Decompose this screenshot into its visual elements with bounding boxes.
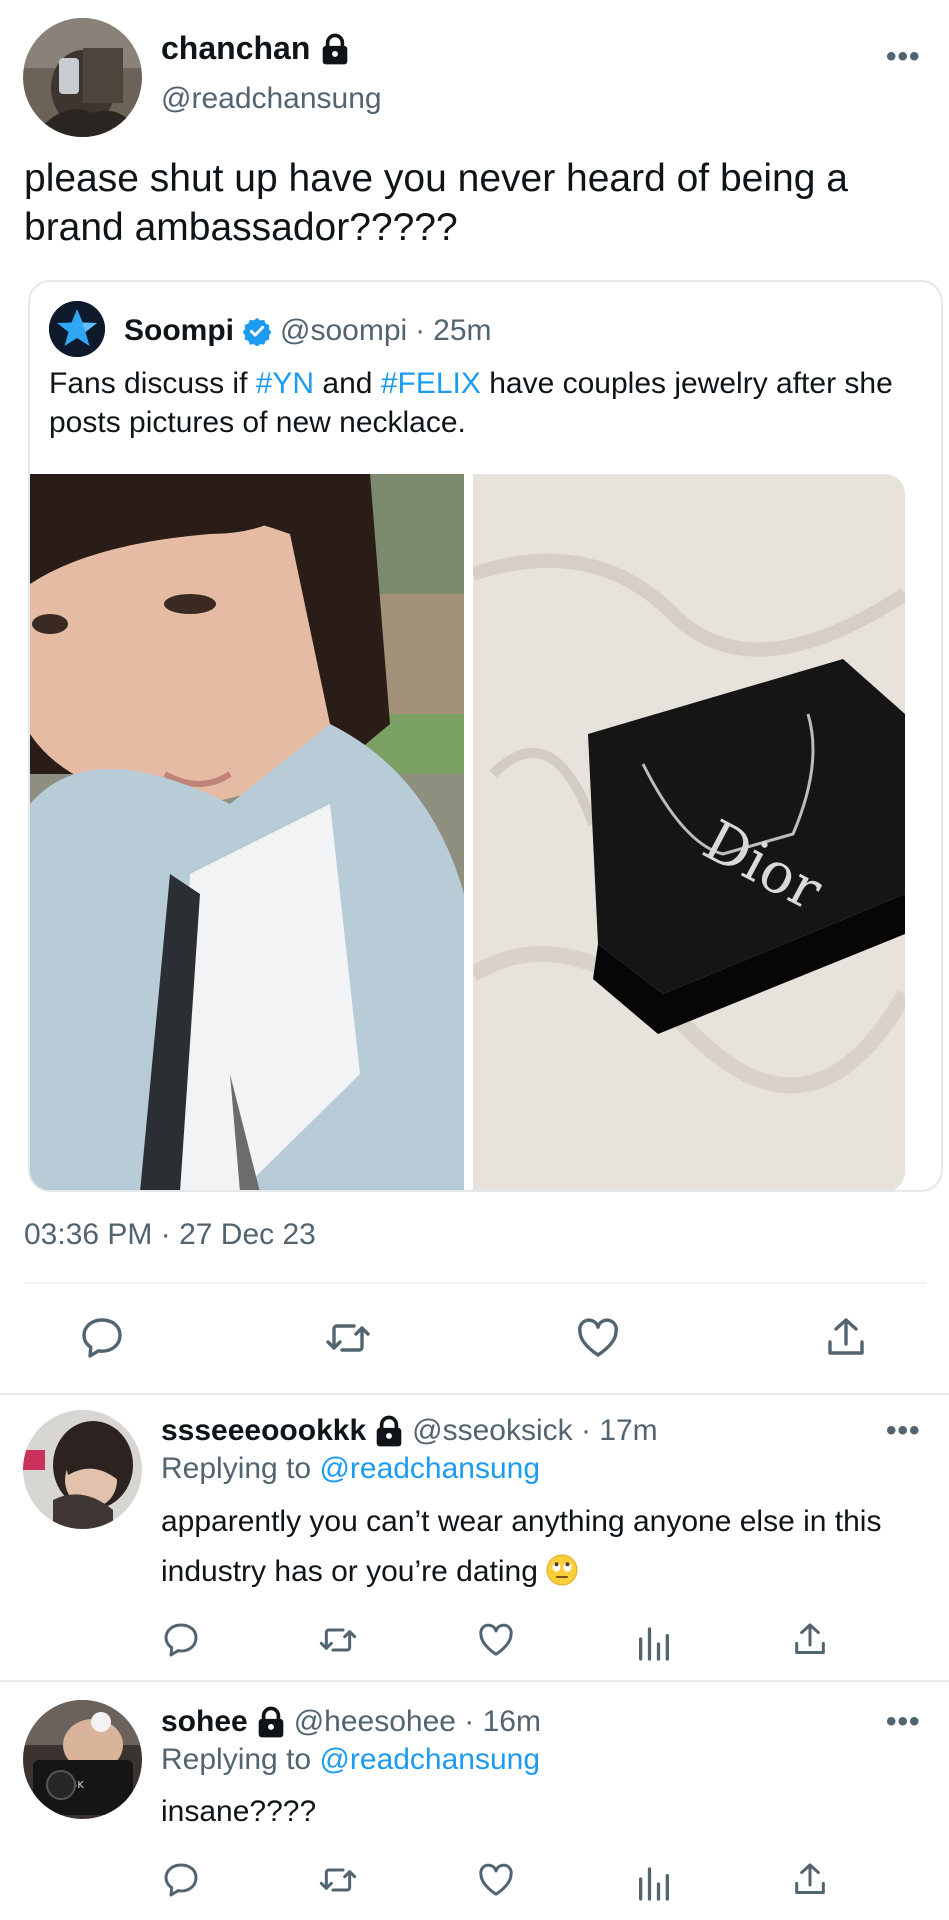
reply2-author-name[interactable]: sohee xyxy=(161,1705,248,1739)
face-with-rolling-eyes-icon xyxy=(546,1554,578,1586)
main-author-avatar[interactable] xyxy=(23,18,142,137)
avatar-photo xyxy=(23,18,142,137)
speech-bubble-icon xyxy=(164,1863,198,1897)
like-button[interactable] xyxy=(574,1314,622,1362)
reply1-retweet-button[interactable] xyxy=(318,1620,358,1660)
quoted-author-avatar[interactable] xyxy=(49,301,105,357)
avatar-photo: 4K xyxy=(23,1700,142,1819)
soompi-star-logo xyxy=(49,301,105,357)
avatar-photo xyxy=(23,1410,142,1529)
reply2-author-avatar[interactable]: 4K xyxy=(23,1700,142,1819)
heart-icon xyxy=(578,1318,618,1357)
main-tweet-timestamp: 03:36 PM · 27 Dec 23 xyxy=(24,1218,316,1251)
heart-icon xyxy=(479,1623,513,1656)
hashtag-yn[interactable]: #YN xyxy=(256,367,314,400)
speech-bubble-icon xyxy=(164,1623,198,1657)
reply2-replying-to: Replying to @readchansung xyxy=(161,1743,540,1777)
reply2-meta[interactable]: @heesohee · 16m xyxy=(294,1705,541,1739)
reply2-more-options-button[interactable]: ••• xyxy=(886,1705,921,1739)
lock-icon xyxy=(374,1415,404,1447)
quoted-tweet-card[interactable]: Soompi @soompi · 25m Fans discuss if #YN… xyxy=(28,280,943,1192)
main-tweet-text: please shut up have you never heard of b… xyxy=(24,157,848,249)
main-author-handle[interactable]: @readchansung xyxy=(161,82,382,116)
replying-handle-link[interactable]: @readchansung xyxy=(319,1743,540,1776)
reply1-meta[interactable]: @sseoksick · 17m xyxy=(412,1414,658,1448)
quoted-text-part1: Fans discuss if xyxy=(49,367,256,400)
reply1-reply-button[interactable] xyxy=(161,1620,201,1660)
reply2-text: insane???? xyxy=(161,1795,317,1828)
reply1-replying-to: Replying to @readchansung xyxy=(161,1452,540,1486)
share-upload-icon xyxy=(795,1863,825,1894)
lock-icon xyxy=(256,1706,286,1738)
share-button[interactable] xyxy=(822,1314,870,1362)
quoted-author-handle[interactable]: @soompi xyxy=(280,314,407,348)
retweet-icon xyxy=(326,1324,370,1352)
quoted-image-selfie[interactable] xyxy=(30,474,464,1190)
verified-badge-icon xyxy=(242,316,272,346)
reply2-views-button[interactable] xyxy=(634,1864,674,1904)
retweet-icon xyxy=(319,1868,357,1892)
reply1-author-avatar[interactable] xyxy=(23,1410,142,1529)
reply1-like-button[interactable] xyxy=(476,1620,516,1660)
reply1-author-name[interactable]: ssseeeoookkk xyxy=(161,1414,366,1448)
lock-icon xyxy=(320,33,350,65)
quoted-time: 25m xyxy=(433,314,492,347)
retweet-icon xyxy=(319,1628,357,1652)
replying-prefix: Replying to xyxy=(161,1452,320,1485)
reply2-like-button[interactable] xyxy=(476,1860,516,1900)
quoted-text-part2: and xyxy=(314,367,381,400)
selfie-photo xyxy=(30,474,464,1190)
section-divider xyxy=(0,1393,949,1395)
speech-bubble-icon xyxy=(82,1318,122,1358)
reply2-reply-button[interactable] xyxy=(161,1860,201,1900)
quoted-author-name[interactable]: Soompi xyxy=(124,314,234,348)
reply1-views-button[interactable] xyxy=(634,1624,674,1664)
bar-chart-icon xyxy=(639,1867,669,1901)
reply2-header: sohee @heesohee · 16m xyxy=(161,1705,541,1739)
main-more-options-button[interactable]: ••• xyxy=(886,40,921,74)
reply2-retweet-button[interactable] xyxy=(318,1860,358,1900)
timestamp-divider xyxy=(24,1282,926,1284)
reply-divider xyxy=(0,1680,949,1682)
retweet-button[interactable] xyxy=(324,1314,372,1362)
quoted-separator: · xyxy=(415,314,426,347)
share-upload-icon xyxy=(828,1318,864,1355)
hashtag-felix[interactable]: #FELIX xyxy=(381,367,481,400)
reply1-text: apparently you can’t wear anything anyon… xyxy=(161,1505,882,1588)
quoted-tweet-text: Fans discuss if #YN and #FELIX have coup… xyxy=(49,364,909,442)
replying-handle-link[interactable]: @readchansung xyxy=(319,1452,540,1485)
reply1-share-button[interactable] xyxy=(790,1620,830,1660)
main-author-name-row: chanchan xyxy=(161,30,350,67)
main-author-name[interactable]: chanchan xyxy=(161,30,310,67)
heart-icon xyxy=(479,1863,513,1896)
reply1-text-block: apparently you can’t wear anything anyon… xyxy=(161,1497,931,1597)
reply1-header: ssseeeoookkk @sseoksick · 17m xyxy=(161,1414,658,1448)
reply2-share-button[interactable] xyxy=(790,1860,830,1900)
necklace-photo: Dior xyxy=(473,474,905,1190)
quoted-header: Soompi @soompi · 25m xyxy=(124,314,492,348)
reply1-more-options-button[interactable]: ••• xyxy=(886,1414,921,1448)
bar-chart-icon xyxy=(639,1627,669,1661)
quoted-image-necklace[interactable]: Dior xyxy=(473,474,905,1190)
replying-prefix: Replying to xyxy=(161,1743,320,1776)
share-upload-icon xyxy=(795,1623,825,1654)
reply-button[interactable] xyxy=(78,1314,126,1362)
